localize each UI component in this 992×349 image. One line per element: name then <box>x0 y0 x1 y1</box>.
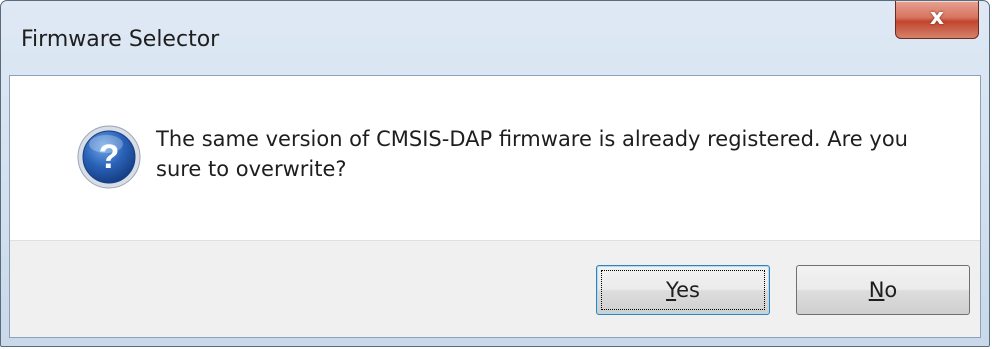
question-icon: ? <box>77 125 141 189</box>
title-bar[interactable]: Firmware Selector x <box>1 1 989 75</box>
close-button[interactable]: x <box>895 1 979 39</box>
dialog-message: The same version of CMSIS-DAP firmware i… <box>156 127 908 181</box>
close-icon: x <box>929 5 945 30</box>
yes-button[interactable]: Yes <box>596 265 770 315</box>
dialog-body: ? The same version of CMSIS-DAP firmware… <box>9 75 981 338</box>
dialog-window: Firmware Selector x ? The same version o… <box>0 0 990 347</box>
no-label: o <box>884 278 898 302</box>
no-accel-key: N <box>868 278 885 302</box>
focus-rectangle <box>601 270 765 310</box>
no-button[interactable]: No <box>796 265 970 315</box>
svg-text:?: ? <box>99 138 120 176</box>
window-title: Firmware Selector <box>21 27 220 52</box>
button-bar: Yes No <box>10 240 980 337</box>
message-area: ? The same version of CMSIS-DAP firmware… <box>10 76 980 240</box>
